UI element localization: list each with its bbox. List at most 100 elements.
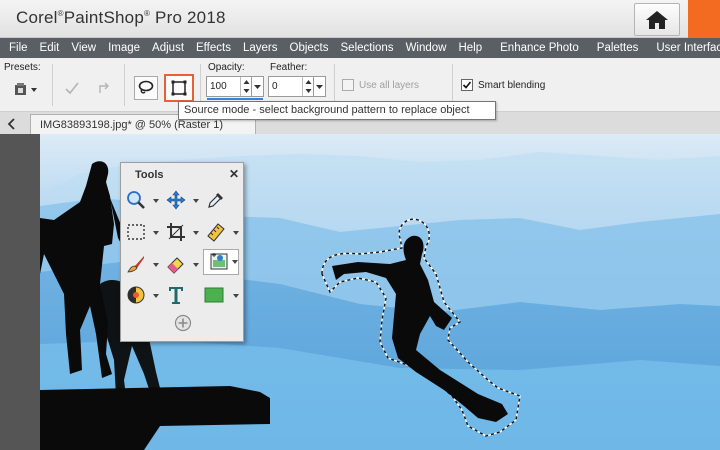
smart-blending-label: Smart blending <box>478 80 546 91</box>
tool-selection[interactable] <box>125 221 147 243</box>
feather-dropdown[interactable] <box>314 76 326 97</box>
tool-object-remover-flyout-arrow[interactable] <box>232 260 238 264</box>
apply-button[interactable] <box>60 76 84 100</box>
text-t-icon <box>169 287 183 304</box>
tool-text[interactable] <box>165 284 187 306</box>
toolbar-divider <box>452 64 453 106</box>
undo-arrow-icon <box>99 82 109 93</box>
menu-objects[interactable]: Objects <box>287 42 332 54</box>
menu-effects[interactable]: Effects <box>193 42 234 54</box>
remove-mode-button[interactable] <box>134 76 158 100</box>
source-rectangle-icon <box>171 80 187 96</box>
tool-straighten-flyout-arrow[interactable] <box>233 231 239 235</box>
menu-file[interactable]: File <box>6 42 31 54</box>
title-bar: Corel®PaintShop® Pro 2018 <box>0 0 720 38</box>
tool-object-remover[interactable] <box>203 249 239 275</box>
menu-view[interactable]: View <box>68 42 99 54</box>
opacity-input[interactable]: 100 <box>206 76 252 97</box>
menu-help[interactable]: Help <box>455 42 485 54</box>
opacity-value: 100 <box>210 81 227 92</box>
tool-zoom[interactable] <box>125 189 147 211</box>
rectangle-selection-icon <box>127 224 145 240</box>
checkmark-icon <box>65 82 79 95</box>
spin-arrows-icon <box>243 80 250 93</box>
document-tab-label: IMG83893198.jpg* @ 50% (Raster 1) <box>40 119 223 131</box>
plus-circle-icon <box>174 314 192 332</box>
toolbar-divider <box>334 64 335 106</box>
magnifier-icon <box>127 191 145 209</box>
feather-input[interactable]: 0 <box>268 76 314 97</box>
menu-bar: File Edit View Image Adjust Effects Laye… <box>0 38 720 58</box>
checkmark-icon <box>462 81 472 89</box>
menu-user-interface[interactable]: User Interface <box>653 42 720 54</box>
home-button[interactable] <box>634 3 680 36</box>
presets-label: Presets: <box>4 62 41 73</box>
crop-icon <box>167 223 185 241</box>
color-changer-icon <box>127 286 145 304</box>
menu-selections[interactable]: Selections <box>338 42 397 54</box>
source-mode-button[interactable] <box>164 74 194 102</box>
menu-edit[interactable]: Edit <box>37 42 63 54</box>
tool-crop-flyout-arrow[interactable] <box>193 231 199 235</box>
chevron-down-icon <box>254 85 261 89</box>
menu-palettes[interactable]: Palettes <box>594 42 642 54</box>
tools-palette-title: Tools <box>135 169 164 181</box>
tool-more-tools[interactable] <box>172 312 194 334</box>
home-icon <box>646 10 668 29</box>
eraser-icon <box>167 257 184 274</box>
reset-button[interactable] <box>92 76 116 100</box>
tool-straighten[interactable] <box>205 221 227 243</box>
tools-palette-close-button[interactable]: ✕ <box>229 167 239 181</box>
use-all-layers-label: Use all layers <box>359 80 420 91</box>
tool-zoom-flyout-arrow[interactable] <box>153 199 159 203</box>
tool-eraser-flyout-arrow[interactable] <box>193 263 199 267</box>
menu-window[interactable]: Window <box>403 42 450 54</box>
object-remover-icon <box>210 253 228 270</box>
opacity-dropdown[interactable] <box>252 76 264 97</box>
opacity-slider-track[interactable] <box>207 98 263 100</box>
ruler-icon <box>207 223 225 242</box>
paint-brush-icon <box>127 256 144 273</box>
menu-enhance-photo[interactable]: Enhance Photo <box>497 42 582 54</box>
feather-spinner[interactable] <box>302 77 313 96</box>
toolbar-divider <box>200 64 201 106</box>
presets-dropdown[interactable] <box>12 78 42 102</box>
toolbar-divider <box>124 64 125 106</box>
feather-label: Feather: <box>270 62 308 73</box>
opacity-spinner[interactable] <box>240 77 251 96</box>
tool-paint-brush-flyout-arrow[interactable] <box>153 263 159 267</box>
tool-rectangle-shape-flyout-arrow[interactable] <box>233 294 239 298</box>
tool-color-changer[interactable] <box>125 284 147 306</box>
lasso-icon <box>138 80 154 94</box>
menu-image[interactable]: Image <box>105 42 143 54</box>
toolbar-divider <box>52 64 53 106</box>
tab-scroll-left[interactable] <box>4 116 20 132</box>
tool-rectangle-shape[interactable] <box>203 284 225 306</box>
chevron-down-icon <box>316 85 323 89</box>
chevron-left-icon <box>7 118 15 130</box>
source-mode-tooltip: Source mode - select background pattern … <box>178 101 496 120</box>
spin-arrows-icon <box>305 80 312 93</box>
opacity-label: Opacity: <box>208 62 245 73</box>
tool-dropper[interactable] <box>205 189 227 211</box>
workspace-tab-accent[interactable] <box>688 0 720 38</box>
tool-eraser[interactable] <box>165 253 187 275</box>
smart-blending-checkbox[interactable] <box>461 79 473 91</box>
use-all-layers-checkbox[interactable] <box>342 79 354 91</box>
move-arrows-icon <box>166 190 186 210</box>
tool-paint-brush[interactable] <box>125 253 147 275</box>
feather-value: 0 <box>272 81 278 92</box>
tool-pan-flyout-arrow[interactable] <box>193 199 199 203</box>
left-workspace-gutter <box>0 134 40 450</box>
presets-icon <box>15 83 37 95</box>
green-rectangle-icon <box>204 287 224 303</box>
menu-adjust[interactable]: Adjust <box>149 42 187 54</box>
eyedropper-icon <box>208 193 223 208</box>
tool-color-changer-flyout-arrow[interactable] <box>153 294 159 298</box>
tool-pan[interactable] <box>165 189 187 211</box>
app-title: Corel®PaintShop® Pro 2018 <box>16 8 226 27</box>
tools-palette: Tools ✕ <box>120 162 244 342</box>
menu-layers[interactable]: Layers <box>240 42 281 54</box>
tool-selection-flyout-arrow[interactable] <box>153 231 159 235</box>
tool-crop[interactable] <box>165 221 187 243</box>
